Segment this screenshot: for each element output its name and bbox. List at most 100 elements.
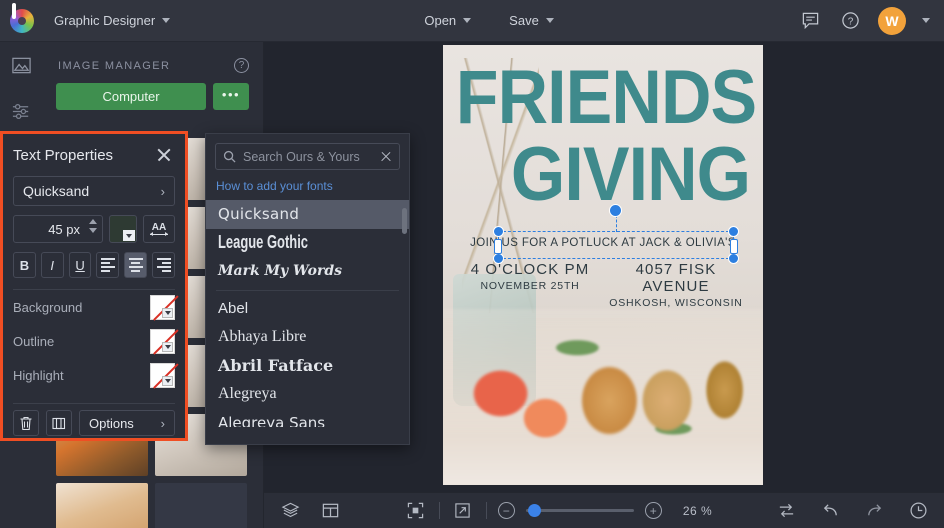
font-option-quicksand[interactable]: Quicksand: [206, 200, 409, 229]
chevron-down-icon[interactable]: [162, 341, 173, 352]
options-button[interactable]: Options ›: [79, 410, 175, 436]
fullscreen-button[interactable]: [451, 499, 475, 523]
font-option-abril-fatface[interactable]: Abril Fatface: [206, 352, 409, 381]
resize-handle-left[interactable]: [494, 239, 502, 254]
fit-to-screen-button[interactable]: [404, 499, 428, 523]
question-mark-icon: ?: [841, 12, 859, 29]
how-to-add-fonts-link[interactable]: How to add your fonts: [206, 170, 409, 200]
bottom-toolbar: − + 26 %: [264, 492, 944, 528]
font-size-stepper[interactable]: [89, 219, 98, 233]
align-right-button[interactable]: [152, 252, 175, 278]
rail-item-image[interactable]: [0, 42, 42, 88]
font-search-wrapper: Search Ours & Yours: [206, 134, 409, 170]
letter-spacing-button[interactable]: AA: [143, 215, 175, 243]
poster-address-column[interactable]: 4057 FISK AVENUE OSHKOSH, WISCONSIN: [603, 261, 749, 309]
stepper-up-icon[interactable]: [89, 219, 97, 224]
redo-icon: [867, 504, 881, 516]
computer-label: Computer: [102, 89, 160, 104]
text-color-swatch[interactable]: [109, 215, 137, 243]
font-option-abhaya-libre[interactable]: Abhaya Libre: [206, 323, 409, 352]
computer-upload-button[interactable]: Computer: [56, 83, 206, 110]
resize-handle-bottom-right[interactable]: [728, 253, 739, 264]
text-properties-title: Text Properties: [13, 146, 114, 164]
font-search-clear-icon[interactable]: [380, 151, 392, 163]
align-left-button[interactable]: [96, 252, 120, 278]
stepper-down-icon[interactable]: [89, 228, 97, 233]
font-list-divider: [216, 289, 399, 291]
image-manager-help-icon[interactable]: ?: [234, 58, 249, 73]
zoom-out-button[interactable]: −: [497, 502, 515, 519]
font-option-abel[interactable]: Abel: [206, 295, 409, 324]
resize-handle-top-right[interactable]: [728, 226, 739, 237]
avatar[interactable]: W: [878, 6, 907, 35]
poster-design[interactable]: FRIENDS GIVING JOIN US FOR A POTLUCK AT …: [443, 45, 763, 485]
font-size-value: 45 px: [48, 221, 80, 237]
chevron-down-icon[interactable]: [162, 307, 173, 318]
outline-color-swatch[interactable]: [150, 328, 175, 354]
zoom-slider-thumb[interactable]: [527, 504, 541, 517]
delete-button[interactable]: [13, 410, 39, 436]
layers-button[interactable]: [278, 499, 302, 523]
bold-button[interactable]: B: [13, 252, 36, 278]
history-button[interactable]: [906, 499, 930, 523]
font-size-input[interactable]: 45 px: [13, 215, 103, 243]
picture-icon: [11, 57, 31, 73]
zoom-slider[interactable]: [525, 504, 634, 517]
font-option-alegreya-sans[interactable]: Alegreya Sans: [206, 409, 409, 427]
close-icon[interactable]: [155, 146, 173, 164]
more-sources-button[interactable]: •••: [213, 83, 249, 110]
underline-button[interactable]: U: [68, 252, 92, 278]
project-menu-label: Graphic Designer: [54, 13, 156, 28]
undo-icon: [823, 504, 837, 516]
italic-button[interactable]: I: [40, 252, 64, 278]
feedback-button[interactable]: [798, 9, 822, 33]
duplicate-button[interactable]: [46, 410, 72, 436]
text-properties-body: Quicksand › 45 px AA B I U: [3, 176, 185, 278]
text-selection-box[interactable]: [493, 204, 739, 264]
project-menu[interactable]: Graphic Designer: [44, 8, 180, 34]
font-family-select[interactable]: Quicksand ›: [13, 176, 175, 206]
poster-detail-columns: 4 O'CLOCK PM NOVEMBER 25TH 4057 FISK AVE…: [457, 261, 749, 309]
font-size-row: 45 px AA: [13, 215, 175, 243]
app-logo[interactable]: [0, 0, 44, 42]
font-list-scrollbar[interactable]: [402, 208, 407, 234]
help-button[interactable]: ?: [838, 9, 862, 33]
image-manager-title: IMAGE MANAGER: [58, 59, 171, 72]
font-search-field[interactable]: Search Ours & Yours: [215, 143, 400, 170]
bold-label: B: [19, 257, 30, 273]
redo-button[interactable]: [862, 499, 886, 523]
rotate-handle[interactable]: [609, 204, 622, 217]
image-thumbnail[interactable]: [155, 483, 247, 528]
chevron-right-icon: ›: [160, 183, 165, 199]
resize-handle-top-left[interactable]: [493, 226, 504, 237]
image-thumbnail[interactable]: [56, 483, 148, 528]
resize-handle-right[interactable]: [730, 239, 738, 254]
layout-icon: [322, 503, 338, 518]
layout-button[interactable]: [318, 499, 342, 523]
resize-handle-bottom-left[interactable]: [493, 253, 504, 264]
poster-time-column[interactable]: 4 O'CLOCK PM NOVEMBER 25TH: [457, 261, 603, 309]
font-option-league-gothic[interactable]: League Gothic: [206, 229, 409, 258]
avatar-chevron-down-icon[interactable]: [922, 18, 931, 23]
open-button[interactable]: Open: [414, 8, 481, 34]
chevron-down-icon[interactable]: [162, 375, 173, 386]
chevron-down-icon[interactable]: [123, 230, 135, 241]
save-button[interactable]: Save: [499, 8, 564, 34]
bottom-left-tools: [278, 499, 342, 523]
align-center-button[interactable]: [124, 252, 148, 278]
rail-item-adjust[interactable]: [0, 88, 42, 134]
font-option-mark-my-words[interactable]: Mark My Words: [206, 257, 409, 286]
highlight-label: Highlight: [13, 367, 64, 383]
zoom-in-button[interactable]: +: [644, 502, 662, 519]
resize-button[interactable]: [774, 499, 798, 523]
copy-icon: [52, 417, 66, 429]
poster-headline-line2[interactable]: GIVING: [469, 137, 763, 213]
undo-button[interactable]: [818, 499, 842, 523]
swap-arrows-icon: [779, 503, 793, 518]
chevron-down-icon: [463, 18, 472, 23]
font-option-alegreya[interactable]: Alegreya: [206, 380, 409, 409]
highlight-color-swatch[interactable]: [150, 362, 175, 388]
background-color-swatch[interactable]: [150, 294, 175, 320]
font-list[interactable]: Quicksand League Gothic Mark My Words Ab…: [206, 200, 409, 427]
poster-headline-line1[interactable]: FRIENDS: [456, 60, 757, 136]
